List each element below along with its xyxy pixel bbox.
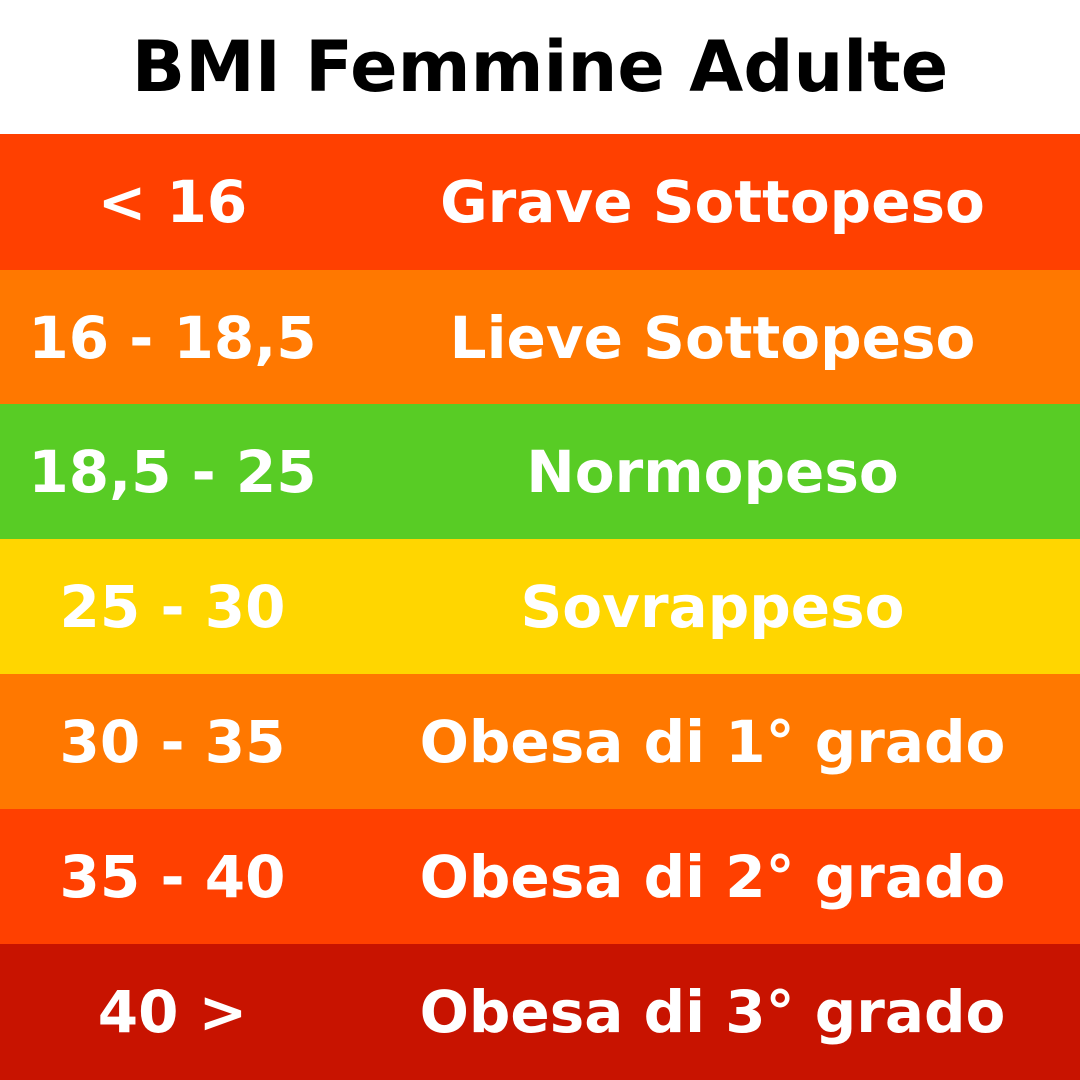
bmi-range: < 16 xyxy=(97,168,248,236)
bmi-row-0: < 16 Grave Sottopeso xyxy=(0,134,1080,270)
bmi-category: Obesa di 2° grado xyxy=(419,843,1006,911)
bmi-range: 18,5 - 25 xyxy=(28,438,317,506)
bmi-range: 30 - 35 xyxy=(59,708,286,776)
bmi-category: Normopeso xyxy=(526,438,899,506)
bmi-table: < 16 Grave Sottopeso 16 - 18,5 Lieve Sot… xyxy=(0,134,1080,1080)
bmi-row-5: 35 - 40 Obesa di 2° grado xyxy=(0,809,1080,945)
bmi-range: 40 > xyxy=(97,978,248,1046)
bmi-row-2: 18,5 - 25 Normopeso xyxy=(0,404,1080,540)
bmi-category: Sovrappeso xyxy=(520,573,905,641)
bmi-category: Obesa di 3° grado xyxy=(419,978,1006,1046)
bmi-row-4: 30 - 35 Obesa di 1° grado xyxy=(0,674,1080,810)
bmi-range: 35 - 40 xyxy=(59,843,286,911)
bmi-row-3: 25 - 30 Sovrappeso xyxy=(0,539,1080,675)
bmi-category: Grave Sottopeso xyxy=(440,168,985,236)
bmi-category: Obesa di 1° grado xyxy=(419,708,1006,776)
page-title: BMI Femmine Adulte xyxy=(131,26,949,108)
bmi-range: 25 - 30 xyxy=(59,573,286,641)
bmi-range: 16 - 18,5 xyxy=(28,304,317,372)
bmi-row-6: 40 > Obesa di 3° grado xyxy=(0,944,1080,1080)
bmi-row-1: 16 - 18,5 Lieve Sottopeso xyxy=(0,270,1080,406)
bmi-category: Lieve Sottopeso xyxy=(449,304,976,372)
bmi-chart: BMI Femmine Adulte < 16 Grave Sottopeso … xyxy=(0,0,1080,1080)
